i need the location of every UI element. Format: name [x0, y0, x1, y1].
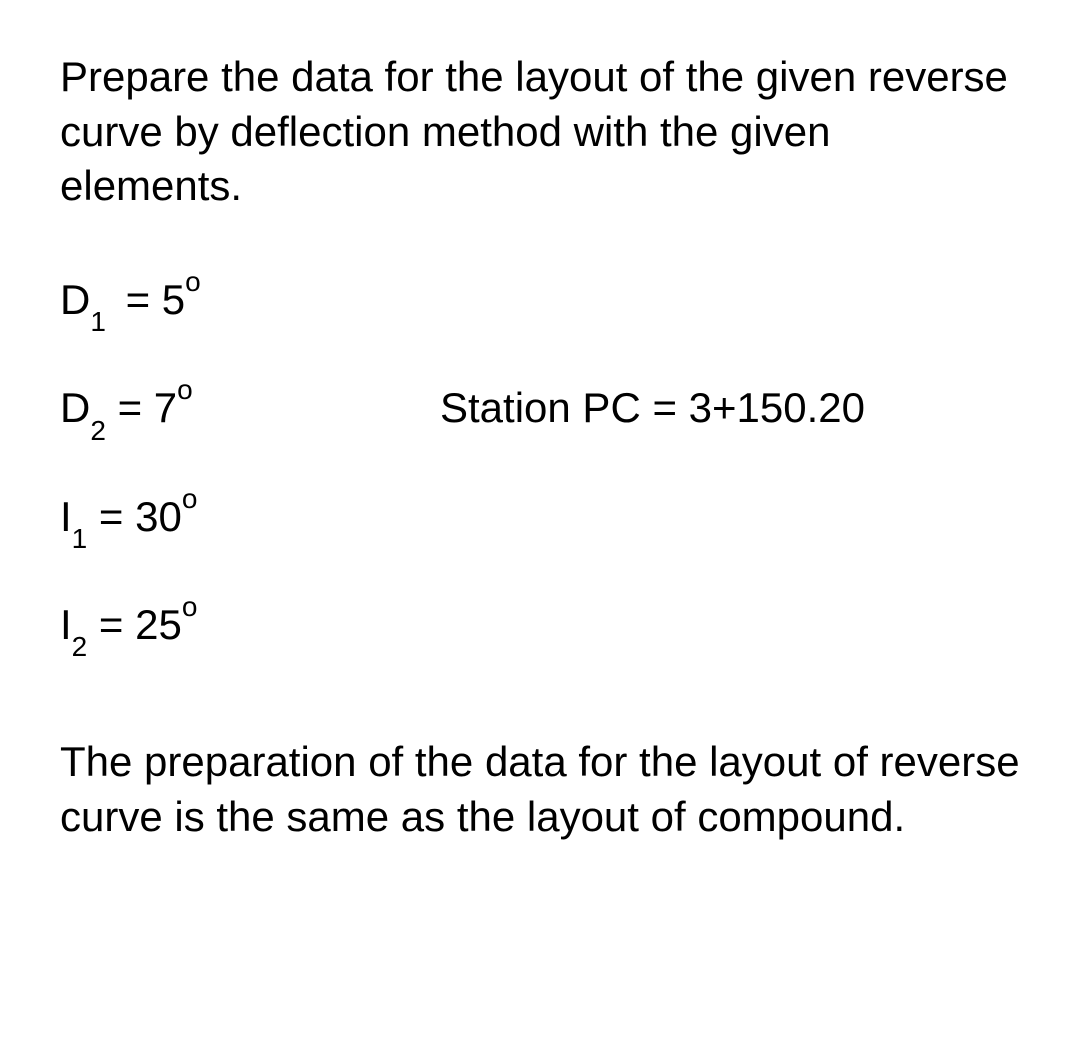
eq1-sup: o	[185, 266, 201, 297]
equation-d1: D1 = 5o	[60, 274, 1020, 330]
eq3-val: 30	[135, 493, 182, 540]
eq3-sup: o	[182, 483, 198, 514]
eq4-sup: o	[182, 591, 198, 622]
eq2-val: 7	[154, 384, 177, 431]
eq3-eq: =	[87, 493, 135, 540]
eq3-var: I	[60, 493, 72, 540]
eq2-var: D	[60, 384, 90, 431]
equation-d2-row: D2 = 7o Station PC = 3+150.20	[60, 382, 1020, 438]
equations-block: D1 = 5o D2 = 7o Station PC = 3+150.20 I1…	[60, 274, 1020, 656]
eq1-eq: =	[114, 276, 162, 323]
eq3-sub: 1	[72, 523, 88, 554]
station-pc: Station PC = 3+150.20	[440, 384, 865, 432]
eq1-val: 5	[162, 276, 185, 323]
equation-i1: I1 = 30o	[60, 491, 1020, 547]
eq1-sub: 1	[90, 306, 106, 337]
eq2-eq: =	[106, 384, 154, 431]
intro-paragraph: Prepare the data for the layout of the g…	[60, 50, 1020, 214]
eq4-var: I	[60, 601, 72, 648]
eq2-sub: 2	[90, 415, 106, 446]
eq4-sub: 2	[72, 631, 88, 662]
footer-paragraph: The preparation of the data for the layo…	[60, 735, 1020, 844]
eq2-sup: o	[177, 374, 193, 405]
eq1-var: D	[60, 276, 90, 323]
equation-i2: I2 = 25o	[60, 599, 1020, 655]
eq4-val: 25	[135, 601, 182, 648]
eq4-eq: =	[87, 601, 135, 648]
